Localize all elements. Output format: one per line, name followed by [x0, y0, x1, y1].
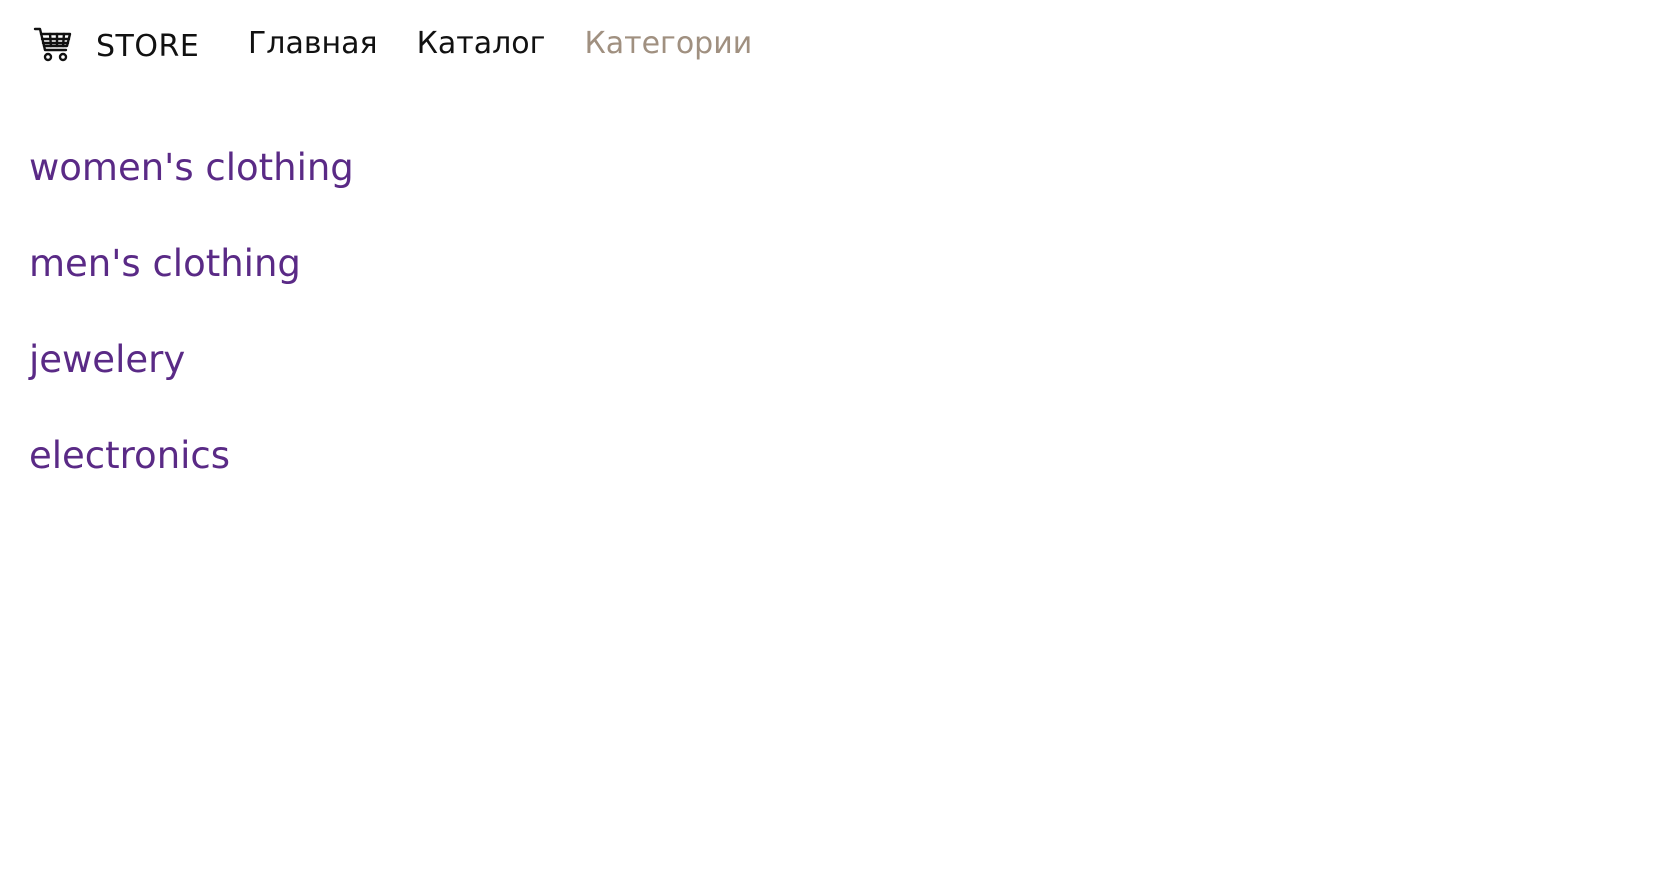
main-nav: Главная Каталог Категории — [248, 24, 791, 64]
brand-link[interactable]: STORE — [33, 26, 199, 64]
category-link-electronics[interactable]: electronics — [29, 431, 354, 481]
category-list: women's clothing men's clothing jewelery… — [29, 143, 354, 527]
nav-link-catalog[interactable]: Каталог — [417, 24, 546, 64]
category-link-jewelery[interactable]: jewelery — [29, 335, 354, 385]
category-link-mens-clothing[interactable]: men's clothing — [29, 239, 354, 289]
navbar: STORE Главная Каталог Категории — [0, 0, 1661, 92]
nav-link-home[interactable]: Главная — [248, 24, 378, 64]
nav-link-categories[interactable]: Категории — [584, 24, 752, 64]
category-link-womens-clothing[interactable]: women's clothing — [29, 143, 354, 193]
brand-label: STORE — [96, 29, 200, 64]
shopping-cart-icon — [33, 26, 73, 64]
